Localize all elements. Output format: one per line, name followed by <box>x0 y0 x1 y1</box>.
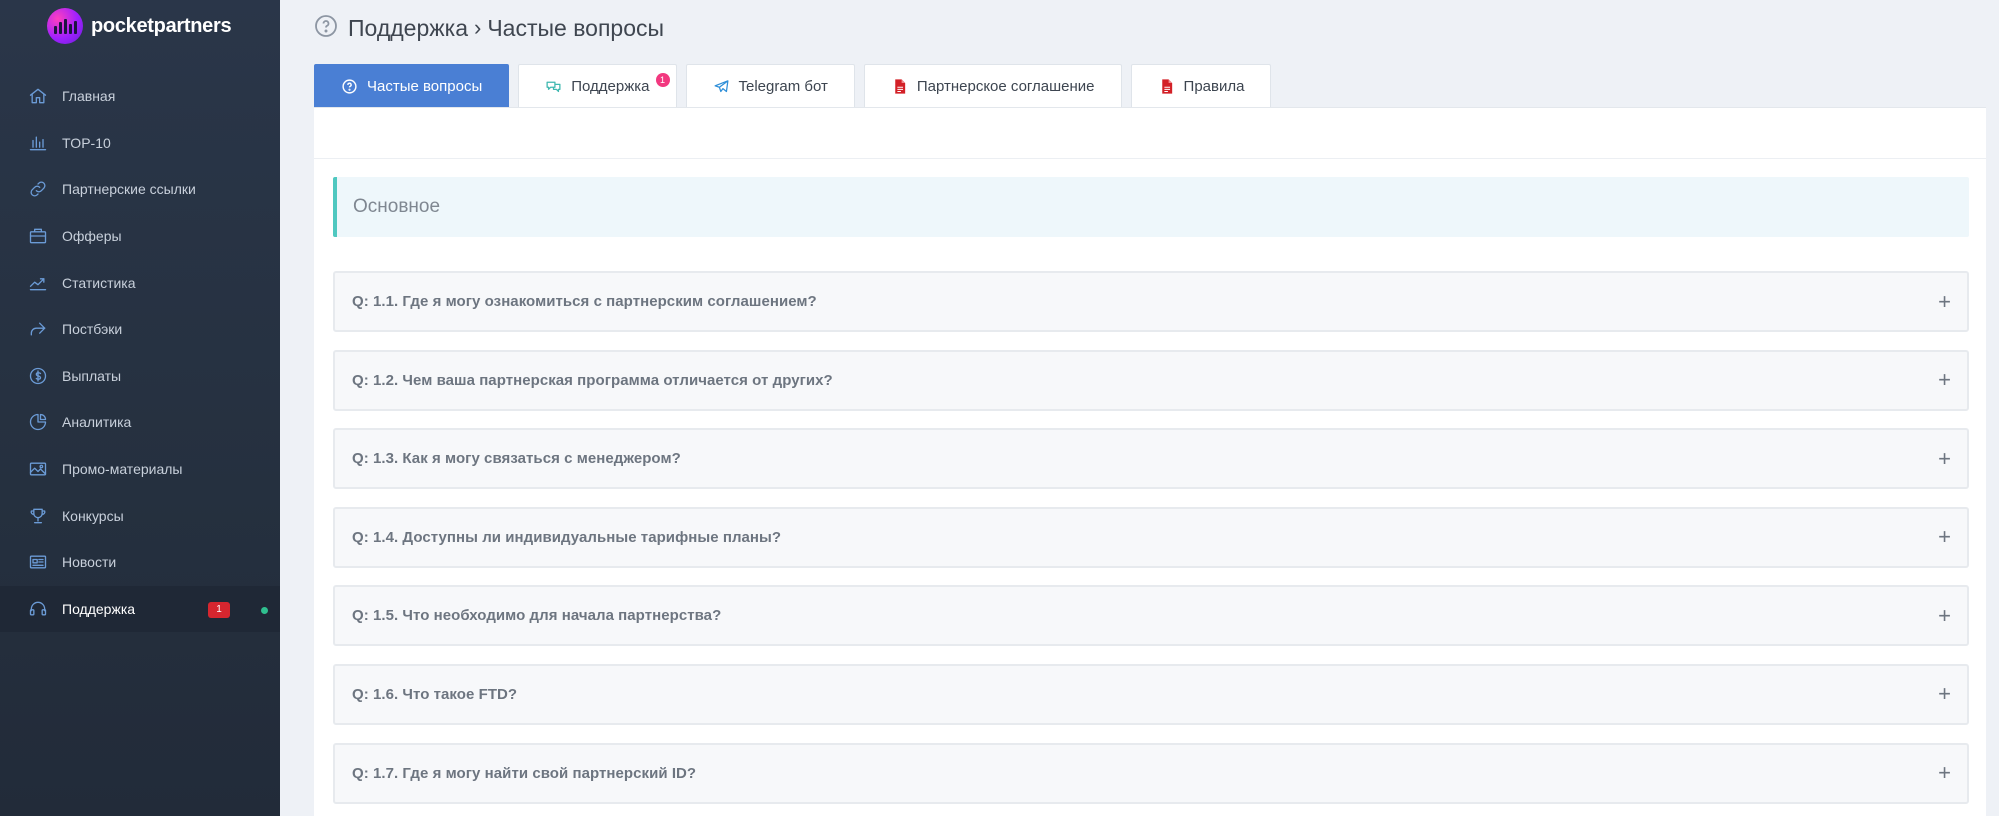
pie-chart-icon <box>27 411 49 433</box>
sidebar-item-analytics[interactable]: Аналитика <box>0 399 280 446</box>
faq-question: Q: 1.4. Доступны ли индивидуальные тариф… <box>352 528 782 546</box>
plus-icon[interactable]: + <box>1938 526 1951 548</box>
tab-notification-badge: 1 <box>655 73 670 87</box>
tab-rules[interactable]: Правила <box>1130 64 1272 107</box>
question-circle-icon <box>314 14 338 43</box>
tab-telegram-bot[interactable]: Telegram бот <box>685 64 855 107</box>
sidebar-item-label: TOP-10 <box>62 134 111 151</box>
sidebar-item-promo-materials[interactable]: Промо-материалы <box>0 446 280 493</box>
pdf-document-icon <box>1158 78 1175 95</box>
breadcrumb: Поддержка › Частые вопросы <box>348 15 664 42</box>
tab-partner-agreement[interactable]: Партнерское соглашение <box>863 64 1122 107</box>
faq-panel: Основное Q: 1.1. Где я могу ознакомиться… <box>314 107 1986 816</box>
faq-item[interactable]: Q: 1.3. Как я могу связаться с менеджеро… <box>333 428 1969 490</box>
briefcase-icon <box>27 225 49 247</box>
tab-faq[interactable]: Частые вопросы <box>314 64 510 107</box>
share-arrow-icon <box>27 318 49 340</box>
divider <box>314 158 1986 159</box>
tab-label: Telegram бот <box>738 77 828 95</box>
sidebar-item-label: Промо-материалы <box>62 461 183 478</box>
plus-icon[interactable]: + <box>1938 762 1951 784</box>
sidebar-item-statistics[interactable]: Статистика <box>0 259 280 306</box>
faq-item[interactable]: Q: 1.1. Где я могу ознакомиться с партне… <box>333 271 1969 332</box>
faq-question: Q: 1.5. Что необходимо для начала партне… <box>352 607 722 625</box>
tab-label: Партнерское соглашение <box>916 77 1095 95</box>
faq-question: Q: 1.3. Как я могу связаться с менеджеро… <box>352 450 681 468</box>
sidebar-item-label: Новости <box>62 554 117 571</box>
faq-item[interactable]: Q: 1.5. Что необходимо для начала партне… <box>333 585 1969 647</box>
trophy-icon <box>27 505 49 527</box>
breadcrumb-parent[interactable]: Поддержка <box>348 15 468 42</box>
tab-label: Частые вопросы <box>367 77 483 95</box>
faq-item[interactable]: Q: 1.7. Где я могу найти свой партнерски… <box>333 742 1969 804</box>
faq-item[interactable]: Q: 1.6. Что такое FTD? + <box>333 663 1969 725</box>
image-icon <box>27 458 49 480</box>
faq-question: Q: 1.1. Где я могу ознакомиться с партне… <box>352 293 817 310</box>
brand-logo[interactable]: pocketpartners <box>47 8 232 44</box>
link-icon <box>27 178 49 200</box>
sidebar-item-label: Постбэки <box>62 321 123 338</box>
sidebar-item-news[interactable]: Новости <box>0 539 280 586</box>
sidebar-item-contests[interactable]: Конкурсы <box>0 492 280 539</box>
faq-question: Q: 1.2. Чем ваша партнерская программа о… <box>352 371 833 389</box>
sidebar-item-label: Выплаты <box>62 367 122 384</box>
sidebar-item-label: Поддержка <box>62 600 136 617</box>
telegram-icon <box>713 78 730 95</box>
tab-label: Правила <box>1183 77 1245 95</box>
faq-question: Q: 1.7. Где я могу найти свой партнерски… <box>352 764 697 782</box>
question-circle-icon <box>341 78 358 95</box>
sidebar-item-postbacks[interactable]: Постбэки <box>0 306 280 353</box>
faq-list: Q: 1.1. Где я могу ознакомиться с партне… <box>333 271 1969 816</box>
sidebar-item-partner-links[interactable]: Партнерские ссылки <box>0 166 280 213</box>
line-chart-icon <box>27 272 49 294</box>
sidebar-item-label: Главная <box>62 88 116 105</box>
sidebar-nav: Главная TOP-10 Партнерские ссылки Офферы… <box>0 73 280 633</box>
tab-support[interactable]: Поддержка 1 <box>518 64 677 107</box>
home-icon <box>27 85 49 107</box>
chat-bubbles-icon <box>545 78 562 95</box>
brand-name: pocketpartners <box>91 14 232 37</box>
plus-icon[interactable]: + <box>1938 604 1951 627</box>
unread-badge: 1 <box>208 601 230 618</box>
sidebar-item-payouts[interactable]: Выплаты <box>0 353 280 400</box>
newspaper-icon <box>27 551 49 573</box>
plus-icon[interactable]: + <box>1938 683 1951 705</box>
tab-label: Поддержка <box>571 77 650 95</box>
plus-icon[interactable]: + <box>1938 447 1951 470</box>
dollar-coin-icon <box>27 365 49 387</box>
pdf-document-icon <box>891 78 908 95</box>
faq-item[interactable]: Q: 1.4. Доступны ли индивидуальные тариф… <box>333 506 1969 568</box>
faq-question: Q: 1.6. Что такое FTD? <box>352 685 518 703</box>
headset-icon <box>27 598 49 620</box>
breadcrumb-separator: › <box>474 15 482 40</box>
sidebar-item-top10[interactable]: TOP-10 <box>0 120 280 167</box>
section-heading: Основное <box>333 177 1969 237</box>
bar-chart-icon <box>27 132 49 154</box>
sidebar-item-offers[interactable]: Офферы <box>0 213 280 260</box>
online-status-dot <box>261 606 268 614</box>
plus-icon[interactable]: + <box>1938 290 1951 313</box>
faq-item[interactable]: Q: 1.2. Чем ваша партнерская программа о… <box>333 349 1969 411</box>
support-tabs: Частые вопросы Поддержка 1 Telegram бот … <box>314 64 1272 107</box>
sidebar-item-label: Партнерские ссылки <box>62 181 196 198</box>
sidebar-item-label: Статистика <box>62 274 136 291</box>
page-header: Поддержка › Частые вопросы <box>314 12 664 44</box>
sidebar-item-support[interactable]: Поддержка 1 <box>0 585 280 633</box>
sidebar-item-label: Офферы <box>62 228 122 245</box>
sidebar-item-home[interactable]: Главная <box>0 73 280 120</box>
sidebar-item-label: Конкурсы <box>62 507 124 524</box>
logo-icon <box>47 8 83 44</box>
sidebar-item-label: Аналитика <box>62 414 132 431</box>
sidebar: pocketpartners Главная TOP-10 Партнерски… <box>0 0 280 816</box>
plus-icon[interactable]: + <box>1938 369 1951 391</box>
page-title: Частые вопросы <box>487 14 665 41</box>
